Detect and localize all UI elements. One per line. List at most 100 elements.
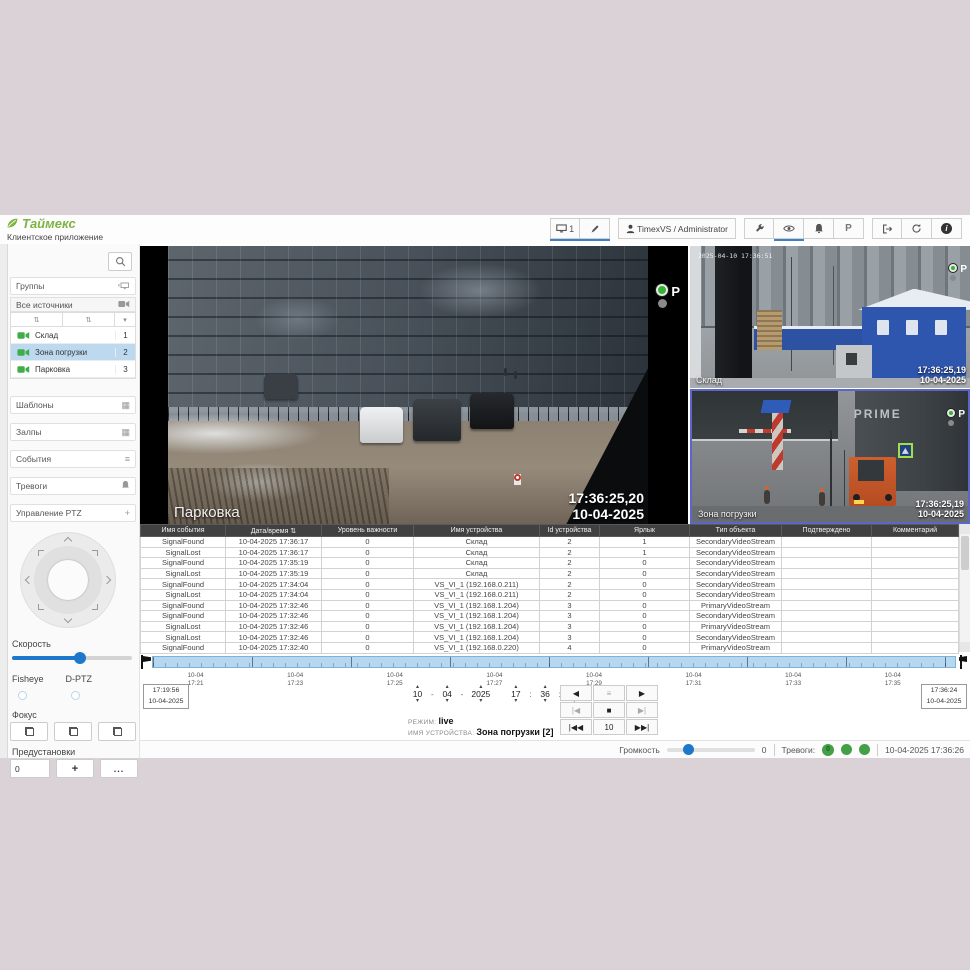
- dptz-radio[interactable]: [71, 691, 80, 700]
- timeline-start-flag-icon[interactable]: [140, 655, 151, 669]
- tree-row-1[interactable]: Зона погрузки 2: [11, 344, 135, 361]
- timeline-bar[interactable]: [152, 656, 956, 668]
- section-header-1[interactable]: Залпы ▦: [10, 423, 136, 441]
- fisheye-radio[interactable]: [18, 691, 27, 700]
- spinner-down-icon[interactable]: ▾: [446, 698, 449, 704]
- event-row[interactable]: SignalFound 10-04-2025 17:36:17 0 Склад 2 1 Se…: [140, 536, 959, 548]
- event-row[interactable]: SignalLost 10-04-2025 17:32:46 0 VS_VI_1 (1…: [140, 631, 959, 643]
- user-button[interactable]: TimexVS / Administrator: [618, 218, 736, 239]
- section-header-3[interactable]: Тревоги: [10, 477, 136, 495]
- tree-row-0[interactable]: Склад 1: [11, 327, 135, 344]
- step-backward-button[interactable]: |◀: [560, 702, 592, 718]
- timeline-end-flag-icon[interactable]: [959, 655, 970, 669]
- event-row[interactable]: SignalFound 10-04-2025 17:34:04 0 VS_VI_1 (…: [140, 578, 959, 590]
- tree-sort-column-2[interactable]: ⇅: [63, 313, 115, 326]
- spinner-down-icon[interactable]: ▾: [479, 698, 482, 704]
- groups-accordion-header[interactable]: Группы: [10, 277, 136, 295]
- focus-far-button[interactable]: [98, 722, 136, 741]
- layout-edit-button[interactable]: [580, 218, 611, 239]
- ptz-joystick[interactable]: [20, 532, 116, 628]
- logout-button[interactable]: [872, 218, 902, 239]
- column-header-1[interactable]: Дата/время ⇅: [225, 524, 322, 537]
- section-header-2[interactable]: События ≡: [10, 450, 136, 468]
- events-scrollbar[interactable]: [959, 524, 970, 652]
- speed-slider[interactable]: [12, 652, 132, 664]
- monitor-select-button[interactable]: 1: [550, 218, 581, 239]
- ptz-up-right-icon[interactable]: [92, 550, 98, 556]
- preset-more-button[interactable]: ...: [100, 759, 138, 778]
- speed-step-value[interactable]: 10: [593, 719, 625, 735]
- column-header-5[interactable]: Ярлык: [599, 524, 690, 537]
- ptz-down-left-icon[interactable]: [38, 604, 44, 610]
- volume-slider[interactable]: [666, 743, 755, 755]
- about-button[interactable]: i: [932, 218, 962, 239]
- camera-tile-zona-pogruzki[interactable]: PRIME P Зона погрузки 17:36:25,19 10-04-…: [690, 389, 970, 524]
- scroll-down-icon[interactable]: [960, 642, 970, 652]
- event-row[interactable]: SignalLost 10-04-2025 17:34:04 0 VS_VI_1 (1…: [140, 588, 959, 601]
- event-row[interactable]: SignalFound 10-04-2025 17:32:46 0 VS_VI_1 (…: [140, 610, 959, 622]
- payment-button[interactable]: Р: [834, 218, 864, 239]
- ptz-down-icon[interactable]: [63, 614, 73, 624]
- stop-button[interactable]: ■: [593, 702, 625, 718]
- scene-window: [905, 319, 919, 336]
- search-button[interactable]: [108, 252, 132, 271]
- event-row[interactable]: SignalFound 10-04-2025 17:35:19 0 Склад 2 0 Se…: [140, 557, 959, 569]
- event-cell: 10-04-2025 17:32:46: [225, 620, 322, 633]
- scrollbar-thumb[interactable]: [961, 536, 969, 570]
- jump-start-button[interactable]: |◀◀: [560, 719, 592, 735]
- play-backward-button[interactable]: ◀: [560, 685, 592, 701]
- tree-row-2[interactable]: Парковка 3: [11, 361, 135, 378]
- ptz-down-right-icon[interactable]: [92, 604, 98, 610]
- event-row[interactable]: SignalLost 10-04-2025 17:36:17 0 Склад 2 1 Sec…: [140, 546, 959, 559]
- scroll-up-icon[interactable]: [960, 524, 970, 534]
- events-table-body: SignalFound 10-04-2025 17:36:17 0 Склад 2 1 Se…: [140, 536, 959, 654]
- tree-filter-dropdown[interactable]: ▾: [115, 313, 135, 326]
- column-header-2[interactable]: Уровень важности: [321, 524, 414, 537]
- ptz-capability-badge: P: [958, 409, 965, 420]
- event-row[interactable]: SignalLost 10-04-2025 17:32:46 0 VS_VI_1 (1…: [140, 620, 959, 633]
- section-header-0[interactable]: Шаблоны ▦: [10, 396, 136, 414]
- step-forward-button[interactable]: ▶|: [626, 702, 658, 718]
- refresh-button[interactable]: [902, 218, 932, 239]
- camera-tile-sklad[interactable]: 2025-04-10 17:36:51 P Склад 17:36:25,19 …: [690, 246, 970, 388]
- event-cell: [871, 546, 959, 559]
- column-header-4[interactable]: Id устройства: [539, 524, 600, 537]
- event-cell: 0: [321, 599, 414, 612]
- column-header-6[interactable]: Тип объекта: [689, 524, 782, 537]
- preset-add-button[interactable]: +: [56, 759, 94, 778]
- settings-button[interactable]: [744, 218, 774, 239]
- event-cell: 0: [599, 610, 690, 622]
- event-cell: SignalFound: [140, 578, 226, 590]
- column-header-3[interactable]: Имя устройства: [413, 524, 540, 537]
- section-header-4[interactable]: Управление PTZ +: [10, 504, 136, 522]
- event-row[interactable]: SignalFound 10-04-2025 17:32:46 0 VS_VI_1 (…: [140, 599, 959, 612]
- preset-number-input[interactable]: 0: [10, 759, 50, 778]
- ptz-up-left-icon[interactable]: [38, 550, 44, 556]
- column-header-7[interactable]: Подтверждено: [781, 524, 872, 537]
- sidebar-collapse-strip[interactable]: [0, 244, 8, 758]
- jump-end-button[interactable]: ▶▶|: [626, 719, 658, 735]
- column-header-8[interactable]: Комментарий: [871, 524, 959, 537]
- speed-slider-knob[interactable]: [74, 652, 87, 664]
- all-sources-header[interactable]: Все источники: [10, 297, 136, 312]
- alarm-count-badge[interactable]: 0: [822, 743, 835, 756]
- column-header-0[interactable]: Имя события: [140, 524, 226, 537]
- view-mode-button[interactable]: [774, 218, 804, 239]
- focus-near-button[interactable]: [10, 722, 48, 741]
- spinner-down-icon[interactable]: ▾: [544, 698, 547, 704]
- spinner-down-icon[interactable]: ▾: [416, 698, 419, 704]
- timeline[interactable]: [140, 655, 970, 671]
- event-row[interactable]: SignalFound 10-04-2025 17:32:40 0 VS_VI_1 (…: [140, 641, 959, 654]
- focus-auto-button[interactable]: [54, 722, 92, 741]
- camera-tile-parkovka[interactable]: P Парковка 17:36:25,20 10-04-2025: [140, 246, 688, 524]
- play-forward-button[interactable]: ▶: [626, 685, 658, 701]
- tree-sort-column-1[interactable]: ⇅: [11, 313, 63, 326]
- ptz-left-icon[interactable]: [24, 575, 34, 585]
- alarm-panel-button[interactable]: [804, 218, 834, 239]
- event-row[interactable]: SignalLost 10-04-2025 17:35:19 0 Склад 2 0 Sec…: [140, 567, 959, 580]
- spinner-down-icon[interactable]: ▾: [514, 698, 517, 704]
- pause-button[interactable]: ≡: [593, 685, 625, 701]
- volume-slider-knob[interactable]: [682, 743, 694, 755]
- ptz-up-icon[interactable]: [63, 536, 73, 546]
- ptz-right-icon[interactable]: [102, 575, 112, 585]
